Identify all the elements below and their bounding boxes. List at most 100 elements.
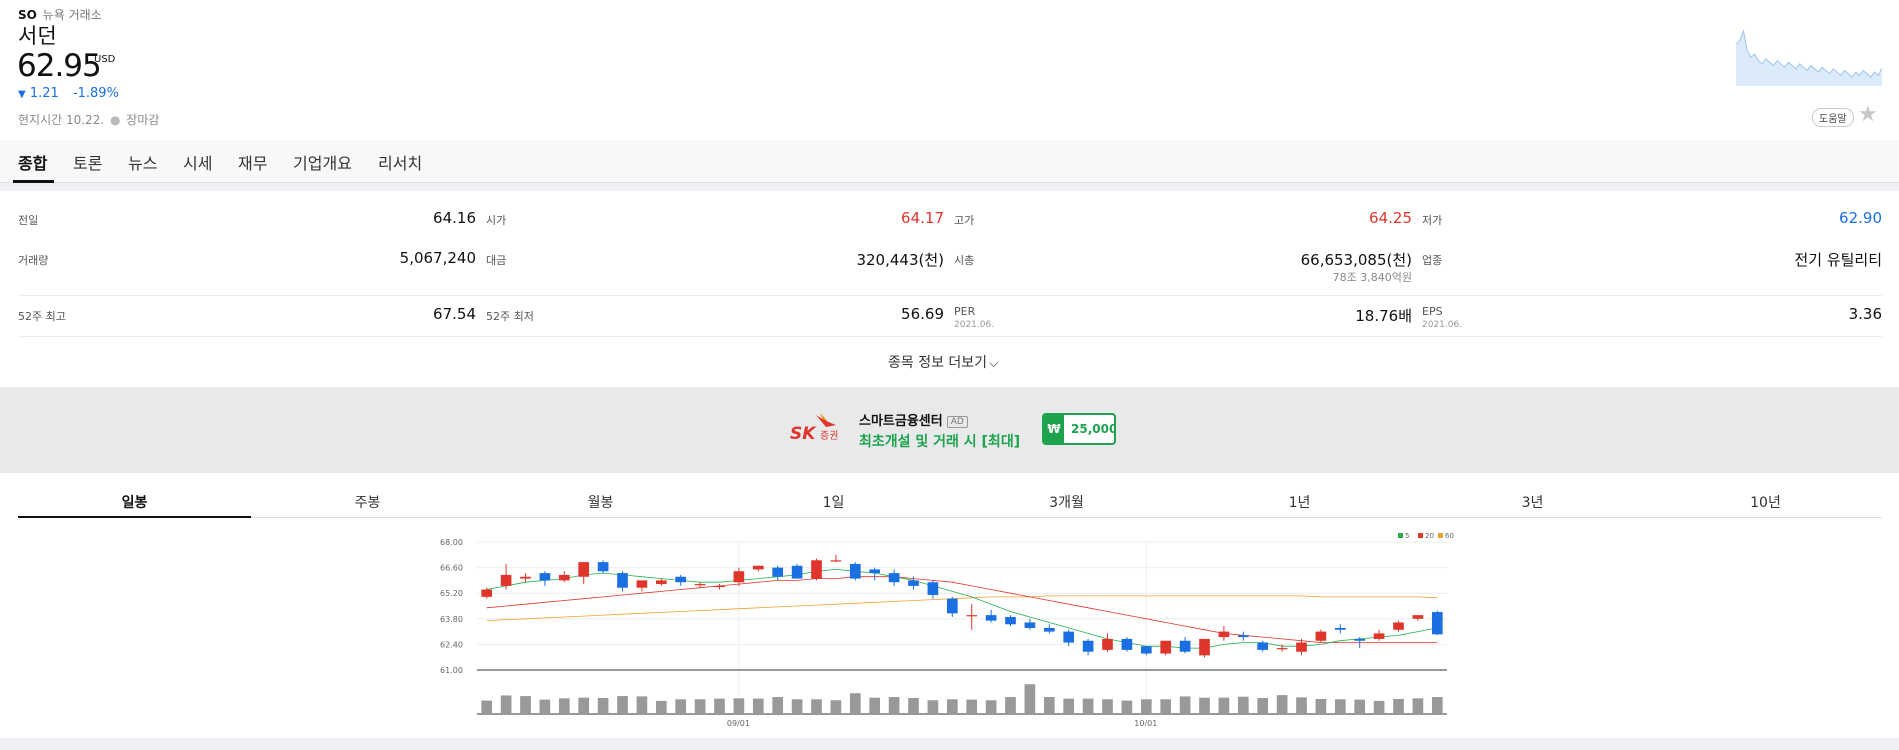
stat-volume: 거래량 5,067,240 [18,249,476,289]
volume-bar [1276,695,1288,714]
star-icon[interactable]: ★ [1858,102,1878,127]
stat-high: 고가 64.25 [954,209,1412,249]
tab-discussion[interactable]: 토론 [73,150,102,174]
volume-bar [481,700,493,714]
y-tick-label: 66.60 [440,564,463,573]
ad-title: 스마트금융센터 AD [859,410,968,429]
period-tab-monthly[interactable]: 월봉 [484,492,717,512]
candle-body [849,563,861,579]
stat-label: 고가 [954,214,975,227]
volume-bar [966,699,978,714]
ad-reward-button[interactable]: ₩ 25,000 [1042,413,1116,445]
stat-label: 대금 [486,254,507,267]
eps-date: 2021.06. [1422,320,1463,330]
period-tab-daily[interactable]: 일봉 [18,492,251,512]
volume-bar [772,697,784,714]
tab-research[interactable]: 리서치 [378,150,422,174]
legend-swatch [1438,533,1443,538]
stat-value: 62.90 [1839,209,1882,227]
candle-body [597,562,609,572]
section-divider [0,738,1899,750]
period-tab-weekly[interactable]: 주봉 [251,492,484,512]
volume-bar [1412,698,1424,714]
local-time: 현지시간 10.22. [18,113,105,127]
volume-bar [1179,696,1191,714]
stat-eps: EPS 2021.06. 3.36 [1422,305,1882,345]
period-tabs: 일봉 주봉 월봉 1일 3개월 1년 3년 10년 [18,487,1882,518]
stat-per: PER 2021.06. 18.76배 [954,305,1412,345]
candle-body [714,585,725,588]
candle-body [1334,627,1346,630]
candle-body [791,565,803,579]
volume-bar [675,699,687,714]
period-tab-3y[interactable]: 3년 [1416,492,1649,512]
volume-bar [1257,698,1269,714]
candle-body [1102,638,1113,650]
stat-prev-close: 전일 64.16 [18,209,476,249]
ad-brand-sub: 증권 [820,430,838,442]
tab-financials[interactable]: 재무 [238,150,267,174]
stat-label: PER 2021.06. [954,305,994,330]
tab-summary[interactable]: 종합 [18,150,47,174]
volume-bar [1063,698,1075,714]
sparkline-area [1736,30,1882,86]
y-tick-label: 68.00 [440,538,463,547]
tab-company-overview[interactable]: 기업개요 [293,150,352,174]
legend-label: 20 [1425,532,1434,540]
volume-bar [578,697,590,714]
candle-body [1237,635,1249,638]
candle-body [1431,612,1443,635]
eps-label: EPS [1422,305,1443,318]
candle-body [1393,622,1404,630]
legend-label: 5 [1405,532,1409,540]
period-tab-3m[interactable]: 3개월 [950,492,1183,512]
stat-industry: 업종 전기 유틸리티 [1422,249,1882,289]
volume-bar [655,700,667,714]
volume-bar [1393,698,1404,714]
volume-bar [791,699,803,714]
stat-52w-high: 52주 최고 67.54 [18,305,476,345]
x-tick-label: 09/01 [727,719,750,728]
stat-market-cap: 시총 66,653,085(천) 78조 3,840억원 [954,249,1412,289]
ad-amount: 25,000 [1071,422,1116,436]
current-price: 62.95 [17,48,102,84]
x-tick-label: 10/01 [1134,719,1157,728]
candle-body [946,598,958,614]
y-tick-label: 65.20 [440,589,463,598]
more-info-button[interactable]: 종목 정보 더보기 ⌵ [888,352,998,372]
volume-bar [1102,699,1113,714]
candle-body [1199,638,1210,656]
period-tab-1y[interactable]: 1년 [1183,492,1416,512]
volume-bar [1334,699,1346,714]
volume-bar [811,699,822,714]
market-time: 현지시간 10.22. ● 장마감 [18,111,159,128]
ad-title-text: 스마트금융센터 [859,414,943,429]
candle-body [1043,627,1055,632]
volume-bar [617,696,628,714]
volume-bar [558,698,570,714]
y-tick-label: 62.40 [440,640,463,649]
help-button[interactable]: 도움말 [1812,108,1854,127]
period-tab-1d[interactable]: 1일 [717,492,950,512]
period-tab-10y[interactable]: 10년 [1649,492,1882,512]
candle-body [908,580,919,586]
ad-tag: AD [946,416,968,428]
price-chart[interactable]: 68.00 66.60 65.20 63.80 62.40 61.00 09/01 10/01… [440,527,1460,732]
ad-banner[interactable]: SK 증권 스마트금융센터 AD 최초개설 및 거래 시 [최대] ₩ 25,00… [0,387,1899,473]
candle-body [830,560,842,562]
volume-bar [539,699,551,714]
change-percent: -1.89% [72,86,119,101]
volume-bar [908,698,919,714]
volume-bar [1199,697,1210,714]
candle-body [520,576,531,579]
volume-bar [869,697,881,714]
candle-body [966,615,978,617]
stat-value: 전기 유틸리티 [1794,251,1882,269]
candle-body [1373,633,1385,639]
won-icon: ₩ [1044,415,1064,443]
stat-label: 저가 [1422,214,1443,227]
stat-value: 3.36 [1848,305,1882,323]
tab-news[interactable]: 뉴스 [128,150,157,174]
tab-quotes[interactable]: 시세 [183,150,212,174]
candle-body [1218,631,1230,638]
